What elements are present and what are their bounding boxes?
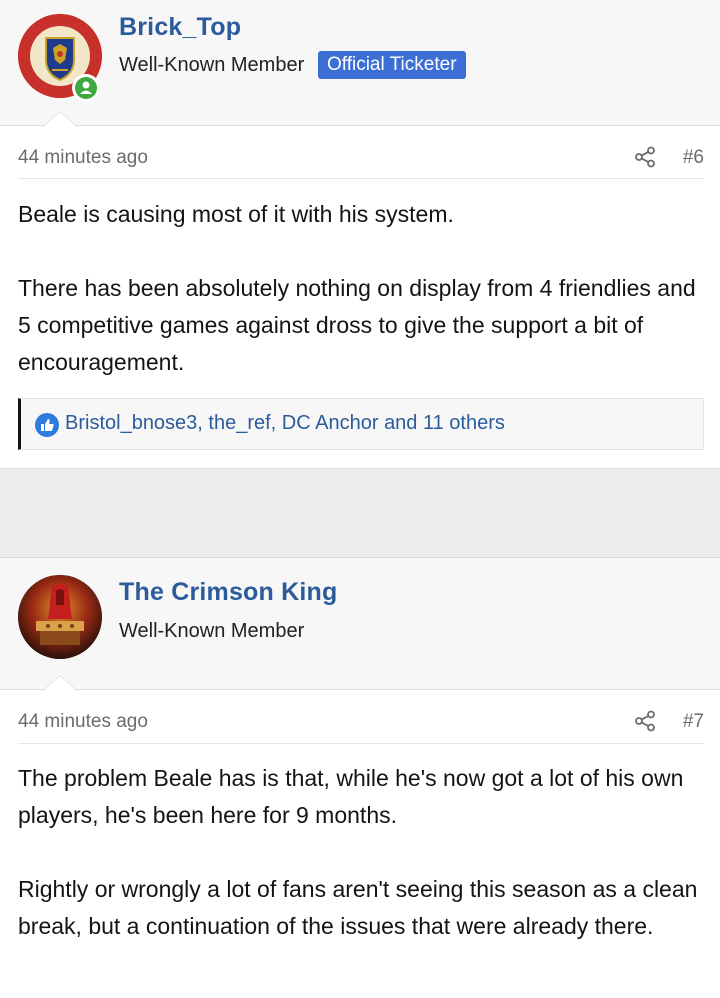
post-user-header: The Crimson King Well-Known Member <box>0 558 720 690</box>
post-body: Beale is causing most of it with his sys… <box>18 196 708 381</box>
post-user-header: Brick_Top Well-Known Member Official Tic… <box>0 0 720 126</box>
post-paragraph: Rightly or wrongly a lot of fans aren't … <box>18 876 698 939</box>
header-pointer-fill <box>43 676 77 691</box>
post-7: The Crimson King Well-Known Member 44 mi… <box>0 558 720 998</box>
online-status-icon <box>72 74 100 102</box>
post-timestamp[interactable]: 44 minutes ago <box>18 711 148 733</box>
official-ticketer-badge: Official Ticketer <box>318 51 466 79</box>
like-icon <box>35 413 59 437</box>
post-timestamp[interactable]: 44 minutes ago <box>18 147 148 169</box>
post-number-link[interactable]: #7 <box>683 711 704 733</box>
share-icon[interactable] <box>634 146 656 173</box>
username-link[interactable]: The Crimson King <box>119 578 337 607</box>
username-link[interactable]: Brick_Top <box>119 13 241 42</box>
user-title: Well-Known Member <box>119 54 305 76</box>
post-paragraph: Beale is causing most of it with his sys… <box>18 201 454 227</box>
crimson-king-icon <box>18 575 102 659</box>
post-number-link[interactable]: #6 <box>683 147 704 169</box>
user-title: Well-Known Member <box>119 620 305 642</box>
post-body: The problem Beale has is that, while he'… <box>18 760 708 945</box>
post-meta: 44 minutes ago #6 <box>18 127 704 179</box>
post-6: Brick_Top Well-Known Member Official Tic… <box>0 0 720 468</box>
user-avatar[interactable] <box>18 575 102 659</box>
post-paragraph: There has been absolutely nothing on dis… <box>18 275 696 375</box>
header-pointer-fill <box>43 112 77 127</box>
post-meta: 44 minutes ago #7 <box>18 692 704 744</box>
post-paragraph: The problem Beale has is that, while he'… <box>18 765 684 828</box>
post-separator <box>0 468 720 558</box>
reactions-list-link[interactable]: Bristol_bnose3, the_ref, DC Anchor and 1… <box>65 412 505 435</box>
share-icon[interactable] <box>634 710 656 737</box>
reactions-bar[interactable]: Bristol_bnose3, the_ref, DC Anchor and 1… <box>18 398 704 450</box>
